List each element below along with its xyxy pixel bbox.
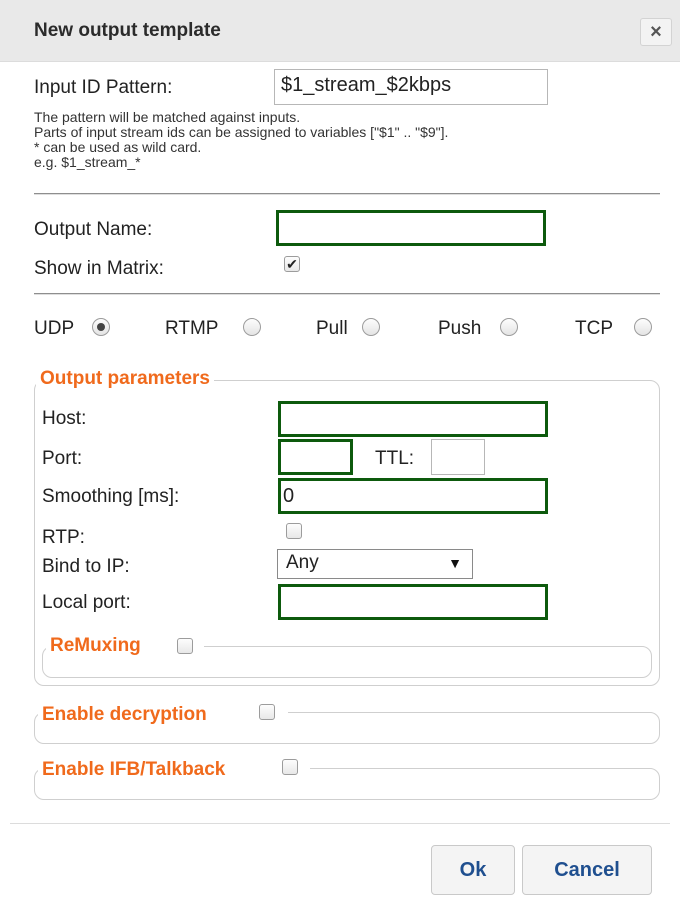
ttl-label: TTL: <box>375 448 415 469</box>
input-id-pattern-field[interactable]: $1_stream_$2kbps <box>274 69 548 105</box>
bind-to-ip-select[interactable]: Any ▼ <box>277 549 473 579</box>
dropdown-arrow-icon: ▼ <box>448 555 462 571</box>
protocol-udp-label: UDP <box>34 318 75 339</box>
smoothing-label: Smoothing [ms]: <box>42 486 180 507</box>
enable-ifb-checkbox[interactable] <box>282 759 298 775</box>
protocol-udp-radio[interactable] <box>92 318 110 336</box>
smoothing-field[interactable]: 0 <box>278 478 548 514</box>
output-parameters-legend: Output parameters <box>36 368 214 390</box>
rtp-checkbox[interactable] <box>286 523 302 539</box>
bind-to-ip-label: Bind to IP: <box>42 556 130 577</box>
show-in-matrix-label: Show in Matrix: <box>34 258 164 279</box>
enable-ifb-legend: Enable IFB/Talkback <box>38 759 230 781</box>
ttl-field[interactable] <box>431 439 485 475</box>
remuxing-legend: ReMuxing <box>46 635 145 657</box>
divider <box>34 193 660 195</box>
input-id-help-line-3: * can be used as wild card. <box>34 139 202 155</box>
footer-divider <box>10 823 670 824</box>
port-field[interactable] <box>278 439 353 475</box>
port-label: Port: <box>42 448 83 469</box>
host-label: Host: <box>42 408 87 429</box>
output-name-label: Output Name: <box>34 219 153 240</box>
dialog-titlebar: New output template × <box>0 0 680 62</box>
protocol-rtmp-label: RTMP <box>165 318 219 339</box>
protocol-push-radio[interactable] <box>500 318 518 336</box>
cancel-button[interactable]: Cancel <box>522 845 652 895</box>
bind-to-ip-value: Any <box>286 552 319 573</box>
protocol-push-label: Push <box>438 318 482 339</box>
ok-button[interactable]: Ok <box>431 845 515 895</box>
close-icon[interactable]: × <box>640 18 672 46</box>
input-id-pattern-label: Input ID Pattern: <box>34 77 173 98</box>
enable-decryption-legend: Enable decryption <box>38 704 211 726</box>
host-field[interactable] <box>278 401 548 437</box>
protocol-pull-label: Pull <box>316 318 348 339</box>
input-id-help-line-1: The pattern will be matched against inpu… <box>34 109 301 125</box>
local-port-label: Local port: <box>42 592 131 613</box>
input-id-help-line-4: e.g. $1_stream_* <box>34 154 141 170</box>
dialog-title: New output template <box>34 20 221 41</box>
protocol-pull-radio[interactable] <box>362 318 380 336</box>
remuxing-checkbox[interactable] <box>177 638 193 654</box>
divider <box>34 293 660 295</box>
input-id-help-line-2: Parts of input stream ids can be assigne… <box>34 124 449 140</box>
protocol-rtmp-radio[interactable] <box>243 318 261 336</box>
show-in-matrix-checkbox[interactable]: ✔ <box>284 256 300 272</box>
protocol-tcp-label: TCP <box>575 318 613 339</box>
rtp-label: RTP: <box>42 527 85 548</box>
protocol-tcp-radio[interactable] <box>634 318 652 336</box>
output-name-field[interactable] <box>276 210 546 246</box>
local-port-field[interactable] <box>278 584 548 620</box>
enable-decryption-checkbox[interactable] <box>259 704 275 720</box>
